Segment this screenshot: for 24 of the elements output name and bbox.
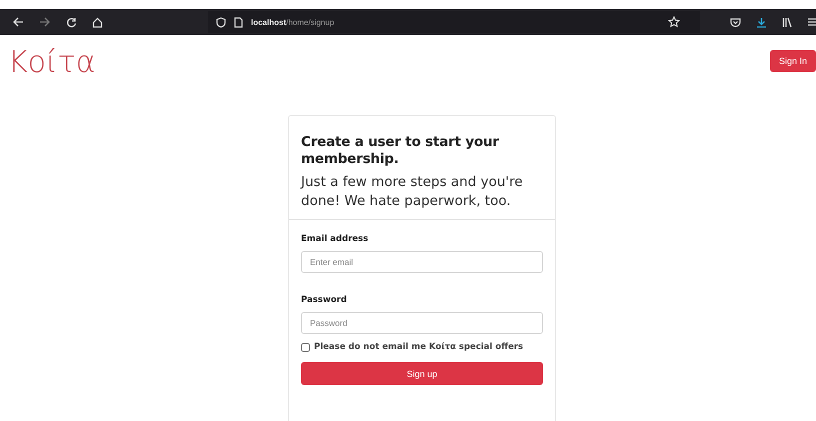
sign-in-button[interactable]: Sign In (770, 50, 816, 72)
home-icon[interactable] (92, 16, 103, 28)
input-field[interactable]: Enter email (301, 251, 543, 273)
shield-icon (216, 16, 226, 28)
site-logo[interactable]: Κοίτα (8, 45, 96, 81)
pocket-icon[interactable] (730, 16, 741, 28)
field-label: Email address (301, 234, 370, 244)
checkbox[interactable] (301, 342, 310, 352)
library-icon[interactable] (782, 16, 793, 28)
back-icon[interactable] (12, 17, 24, 27)
card-title: Create a user to start your membership. (301, 134, 500, 168)
field-label: Password (301, 295, 348, 305)
page-icon (234, 16, 243, 28)
input-field[interactable]: Password (301, 312, 543, 334)
sign-up-button[interactable]: Sign up (301, 362, 543, 385)
menu-icon[interactable] (808, 17, 816, 27)
reload-icon[interactable] (66, 16, 77, 28)
address-bar[interactable]: localhost/home/signup (208, 11, 700, 33)
forward-icon[interactable] (39, 17, 51, 27)
checkbox-label: Please do not email me Κοίτα special offers (314, 342, 524, 352)
url-text: localhost/home/signup (251, 18, 334, 26)
card-subtitle: Just a few more steps and you're done! We hate paperwork, too. (301, 173, 524, 211)
download-icon[interactable] (756, 16, 767, 28)
star-icon[interactable] (668, 16, 680, 28)
